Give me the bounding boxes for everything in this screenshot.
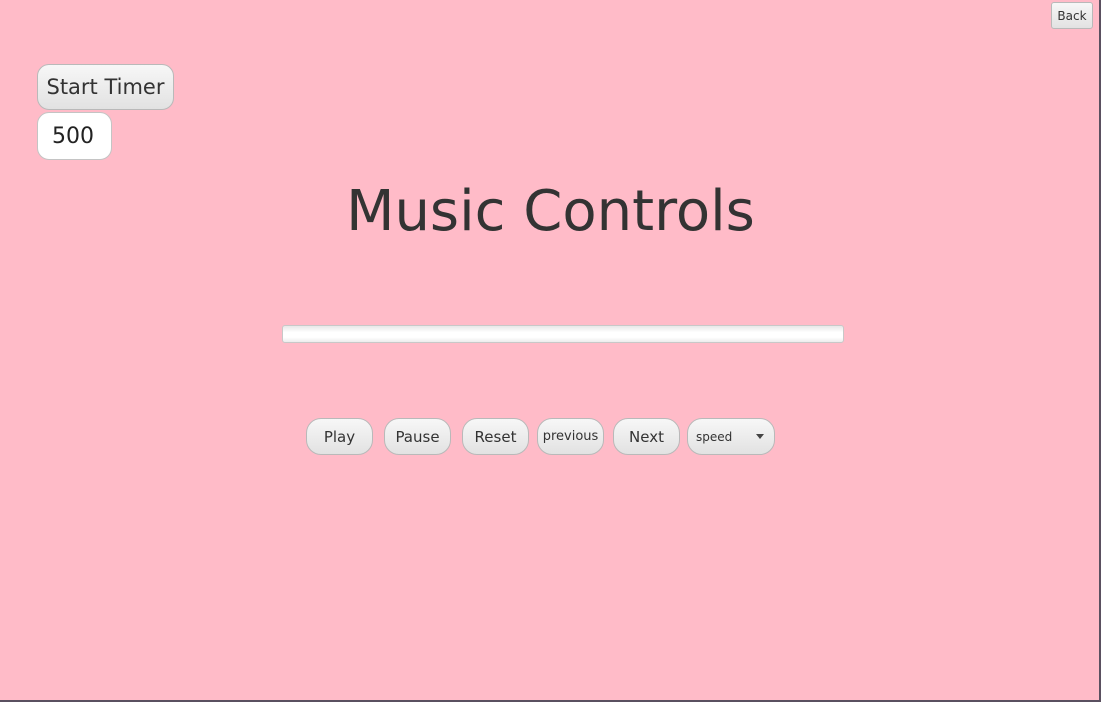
speed-dropdown[interactable]: speed [687,418,775,455]
start-timer-button[interactable]: Start Timer [37,64,174,110]
timer-input[interactable] [37,112,112,160]
pause-button[interactable]: Pause [384,418,451,455]
play-button[interactable]: Play [306,418,373,455]
previous-button[interactable]: previous [537,418,604,455]
next-button[interactable]: Next [613,418,680,455]
back-button[interactable]: Back [1051,2,1093,29]
speed-dropdown-value: speed [696,429,733,444]
chevron-down-icon [756,434,764,439]
playback-progress-bar[interactable] [282,325,844,343]
reset-button[interactable]: Reset [462,418,529,455]
page-title: Music Controls [346,179,755,244]
